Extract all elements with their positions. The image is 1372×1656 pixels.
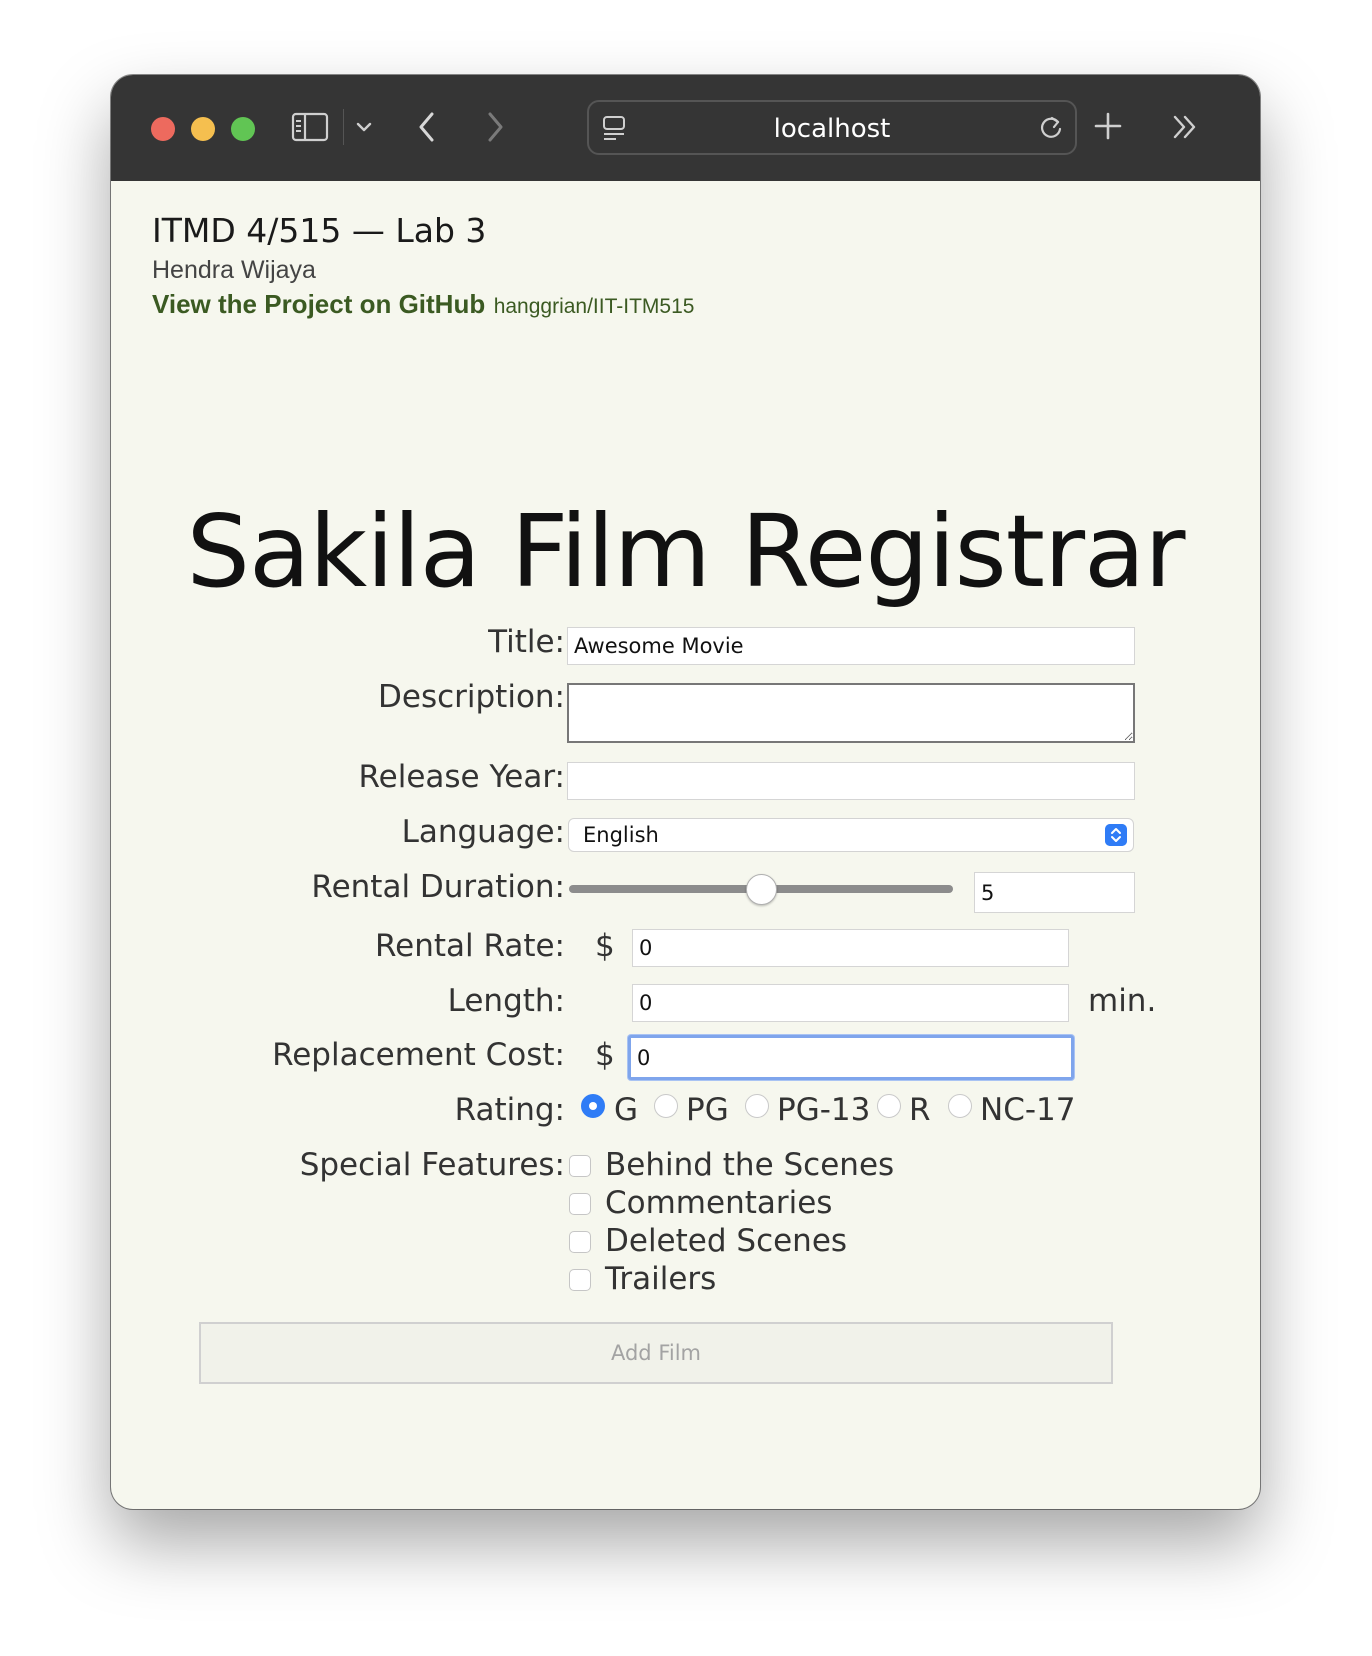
rating-label: Rating: [454, 1092, 565, 1128]
minimize-window-button[interactable] [191, 117, 215, 141]
length-input[interactable] [632, 984, 1069, 1022]
feature-label: Trailers [605, 1261, 717, 1297]
release-year-input[interactable] [567, 762, 1135, 800]
replacement-cost-input[interactable] [628, 1035, 1074, 1080]
language-label: Language: [401, 814, 565, 850]
feature-label: Commentaries [605, 1185, 833, 1221]
browser-toolbar: localhost [111, 75, 1260, 181]
browser-window: localhost ITMD 4/515 — Lab 3 Hendra Wija… [111, 75, 1260, 1509]
rental-rate-currency-symbol: $ [595, 928, 615, 964]
replacement-cost-currency-symbol: $ [595, 1037, 615, 1073]
zoom-window-button[interactable] [231, 117, 255, 141]
show-all-tabs-icon[interactable] [1171, 113, 1201, 141]
github-line: View the Project on GitHub hanggrian/IIT… [152, 289, 694, 320]
rental-rate-input[interactable] [632, 929, 1069, 967]
toolbar-divider [343, 109, 344, 145]
release-year-label: Release Year: [358, 759, 565, 795]
rental-duration-label: Rental Duration: [311, 869, 565, 905]
forward-arrow-icon[interactable] [483, 109, 507, 145]
rental-rate-label: Rental Rate: [374, 928, 565, 964]
title-label: Title: [488, 624, 565, 660]
feature-label: Behind the Scenes [605, 1147, 895, 1183]
course-title: ITMD 4/515 — Lab 3 [152, 211, 487, 250]
rating-option-label: R [909, 1092, 931, 1128]
chevron-down-icon[interactable] [355, 119, 373, 135]
github-link[interactable]: View the Project on GitHub [152, 289, 485, 319]
reload-icon[interactable] [1037, 114, 1065, 142]
rating-option-label: PG [686, 1092, 729, 1128]
rating-option-label: G [614, 1092, 639, 1128]
language-select[interactable]: English [568, 818, 1134, 852]
rating-option-label: PG-13 [777, 1092, 871, 1128]
language-selected-value: English [583, 823, 659, 847]
rating-radio-pg[interactable] [654, 1094, 678, 1118]
checkbox[interactable] [569, 1193, 591, 1215]
checkbox[interactable] [569, 1155, 591, 1177]
rental-duration-value-input[interactable] [974, 872, 1135, 913]
new-tab-plus-icon[interactable] [1093, 111, 1123, 141]
rating-radio-g[interactable] [581, 1094, 605, 1118]
rating-option-label: NC-17 [980, 1092, 1076, 1128]
back-arrow-icon[interactable] [415, 109, 439, 145]
title-input[interactable] [567, 627, 1135, 665]
feature-label: Deleted Scenes [605, 1223, 848, 1259]
url-text: localhost [773, 114, 891, 144]
sidebar-toggle-icon[interactable] [291, 111, 331, 143]
length-label: Length: [447, 983, 565, 1019]
length-unit: min. [1088, 983, 1157, 1019]
address-bar[interactable]: localhost [587, 100, 1077, 155]
special-features-label: Special Features: [299, 1147, 565, 1183]
rating-radio-nc-17[interactable] [948, 1094, 972, 1118]
page-header: ITMD 4/515 — Lab 3 Hendra Wijaya View th… [152, 211, 694, 320]
select-arrows-icon [1105, 824, 1127, 846]
rental-duration-slider-thumb[interactable] [745, 874, 777, 905]
checkbox[interactable] [569, 1269, 591, 1291]
replacement-cost-label: Replacement Cost: [272, 1037, 565, 1073]
author-name: Hendra Wijaya [152, 256, 316, 284]
description-label: Description: [378, 679, 565, 715]
github-repo[interactable]: hanggrian/IIT-ITM515 [494, 295, 695, 318]
page-title: Sakila Film Registrar [186, 493, 1186, 610]
rating-radio-r[interactable] [877, 1094, 901, 1118]
checkbox[interactable] [569, 1231, 591, 1253]
close-window-button[interactable] [151, 117, 175, 141]
add-film-button[interactable]: Add Film [199, 1322, 1113, 1384]
rating-radio-pg-13[interactable] [745, 1094, 769, 1118]
description-textarea[interactable] [567, 683, 1135, 743]
